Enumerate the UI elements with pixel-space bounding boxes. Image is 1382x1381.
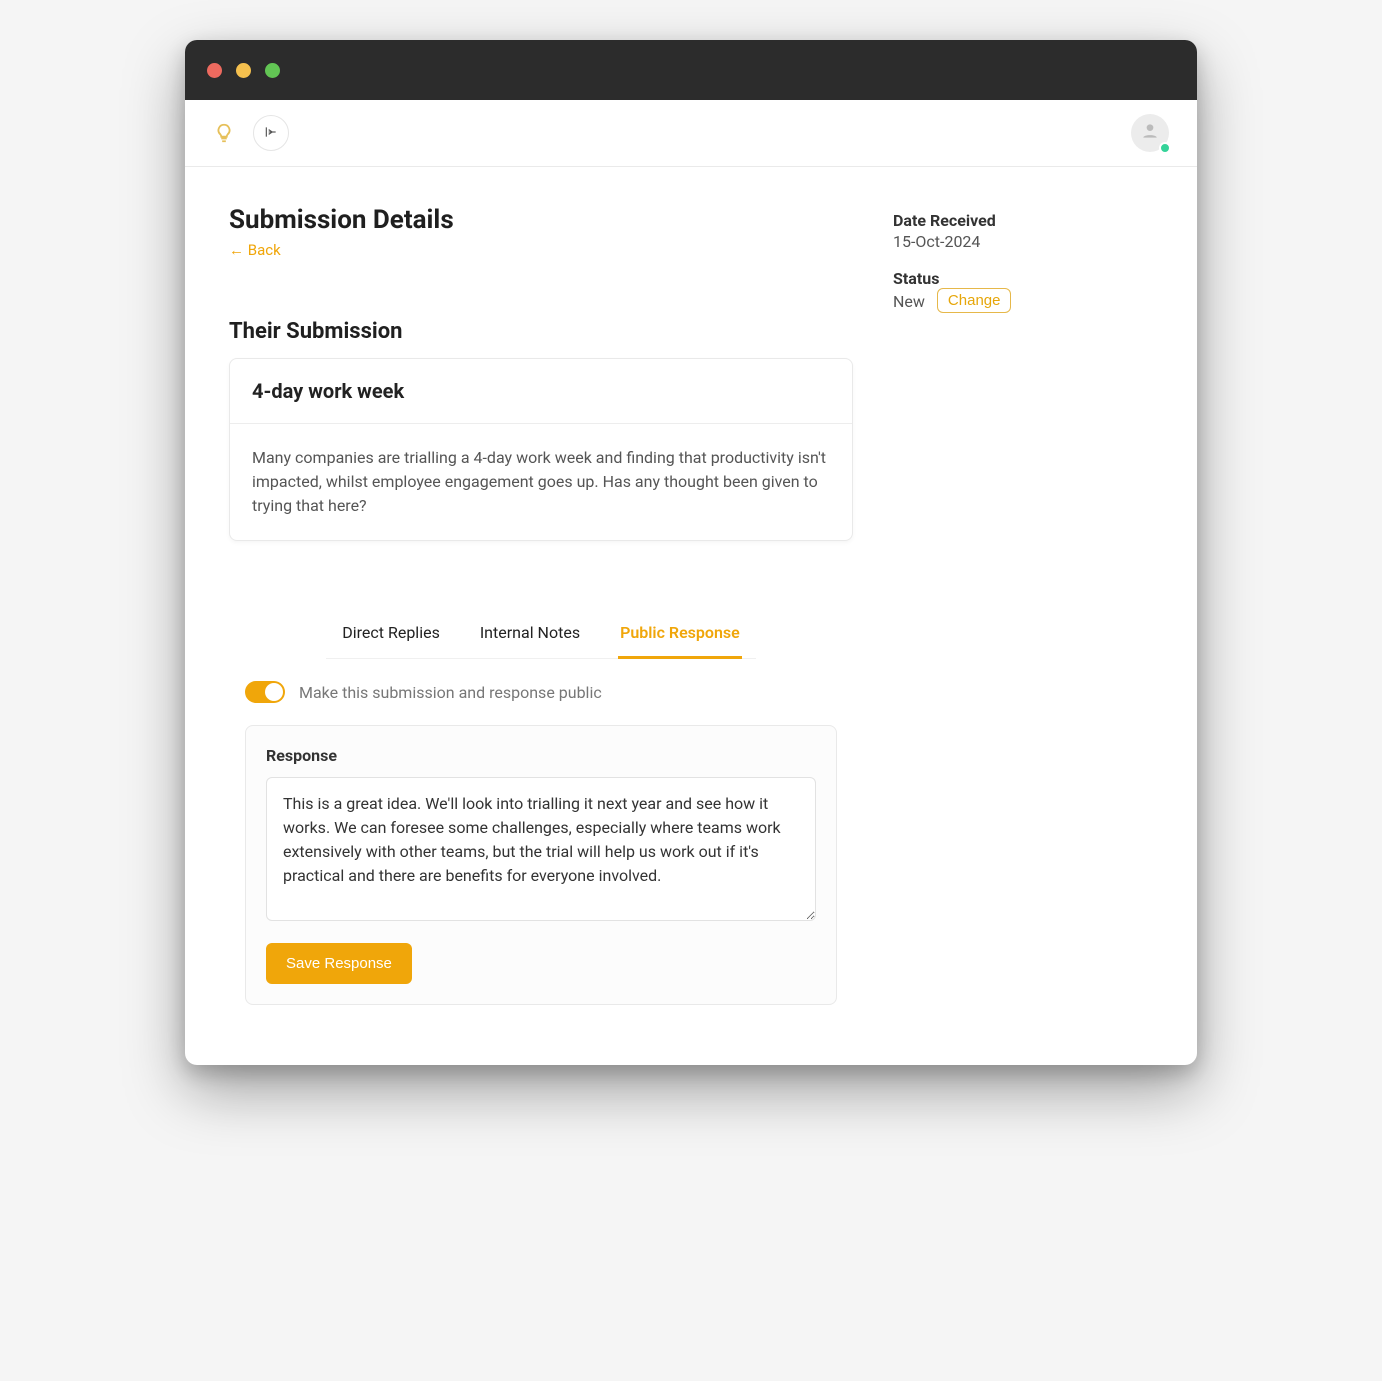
- toggle-knob: [265, 683, 283, 701]
- topbar-left: [213, 115, 289, 151]
- expand-sidebar-icon: [264, 125, 278, 142]
- response-heading: Response: [266, 746, 816, 765]
- window-minimize-icon[interactable]: [236, 63, 251, 78]
- submission-section-title: Their Submission: [229, 319, 853, 344]
- topbar: [185, 100, 1197, 167]
- public-toggle[interactable]: [245, 681, 285, 703]
- app-window: Submission Details ← Back Their Submissi…: [185, 40, 1197, 1065]
- window-close-icon[interactable]: [207, 63, 222, 78]
- status-label: Status: [893, 269, 1153, 288]
- main-column: Submission Details ← Back Their Submissi…: [229, 205, 853, 1005]
- date-received-label: Date Received: [893, 211, 1153, 230]
- expand-sidebar-button[interactable]: [253, 115, 289, 151]
- public-toggle-row: Make this submission and response public: [245, 681, 853, 703]
- tab-internal-notes[interactable]: Internal Notes: [478, 613, 582, 659]
- save-response-button[interactable]: Save Response: [266, 943, 412, 984]
- tab-public-response[interactable]: Public Response: [618, 613, 742, 659]
- status-block: Status New Change: [893, 269, 1153, 313]
- user-icon: [1140, 121, 1160, 145]
- window-maximize-icon[interactable]: [265, 63, 280, 78]
- public-toggle-label: Make this submission and response public: [299, 683, 602, 702]
- status-row: New Change: [893, 288, 1153, 313]
- submission-card: 4-day work week Many companies are trial…: [229, 358, 853, 541]
- date-received-block: Date Received 15-Oct-2024: [893, 211, 1153, 251]
- user-menu[interactable]: [1131, 114, 1169, 152]
- lightbulb-icon: [213, 122, 235, 144]
- status-value: New: [893, 292, 925, 311]
- side-column: Date Received 15-Oct-2024 Status New Cha…: [893, 205, 1153, 331]
- presence-indicator: [1159, 142, 1171, 154]
- response-textarea[interactable]: [266, 777, 816, 921]
- response-card: Response Save Response: [245, 725, 837, 1005]
- change-status-button[interactable]: Change: [937, 288, 1012, 313]
- window-titlebar: [185, 40, 1197, 100]
- tab-direct-replies[interactable]: Direct Replies: [340, 613, 442, 659]
- submission-title: 4-day work week: [230, 359, 852, 424]
- back-link[interactable]: ← Back: [229, 241, 281, 259]
- submission-body: Many companies are trialling a 4-day wor…: [230, 424, 852, 540]
- content-area: Submission Details ← Back Their Submissi…: [185, 167, 1197, 1065]
- response-tabs: Direct Replies Internal Notes Public Res…: [326, 613, 756, 659]
- date-received-value: 15-Oct-2024: [893, 232, 1153, 251]
- page-title: Submission Details: [229, 205, 853, 235]
